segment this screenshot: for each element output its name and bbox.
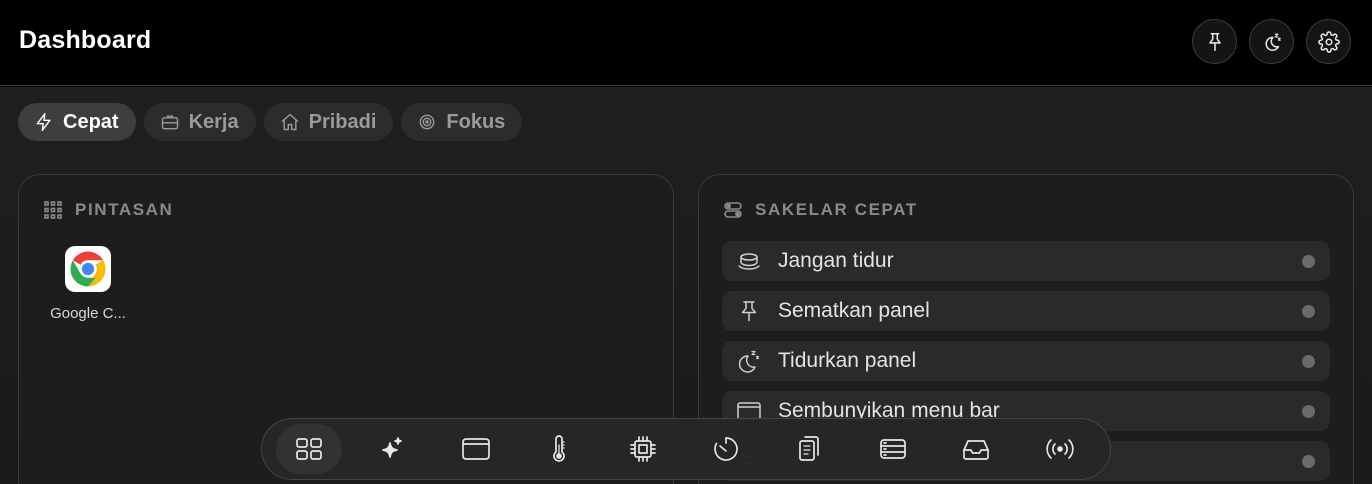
- dock-item-clipboard[interactable]: [776, 424, 842, 474]
- toggle-jangan-tidur[interactable]: Jangan tidur: [722, 241, 1330, 281]
- toggle-label: Jangan tidur: [778, 249, 894, 272]
- grid-icon: [296, 438, 322, 460]
- tab-label: Fokus: [446, 110, 506, 133]
- inbox-tray-icon: [963, 440, 990, 460]
- dock-item-storage[interactable]: [860, 424, 926, 474]
- toggle-tidurkan-panel[interactable]: Tidurkan panel: [722, 341, 1330, 381]
- pin-panel-button[interactable]: [1192, 19, 1237, 64]
- tab-label: Cepat: [63, 110, 119, 133]
- sleep-moon-icon: [738, 350, 760, 373]
- top-bar: Dashboard: [0, 0, 1372, 86]
- app-icon-tile: [65, 246, 111, 292]
- tab-label: Pribadi: [308, 110, 377, 133]
- toggle-status-dot: [1302, 405, 1315, 418]
- toggles-icon: [724, 202, 742, 218]
- tab-kerja[interactable]: Kerja: [143, 103, 256, 141]
- coffee-cup-icon: [738, 253, 760, 270]
- shortcut-label: Google C...: [50, 305, 126, 322]
- quick-toggles-card-title: SAKELAR CEPAT: [755, 200, 918, 219]
- broadcast-icon: [1046, 439, 1074, 459]
- bottom-dock: [261, 418, 1111, 480]
- shortcuts-card-header: PINTASAN: [43, 200, 173, 220]
- toggle-status-dot: [1302, 355, 1315, 368]
- dock-item-temperature[interactable]: [526, 424, 592, 474]
- sparkles-icon: [382, 437, 403, 458]
- tab-cepat[interactable]: Cepat: [18, 103, 136, 141]
- timer-icon: [714, 437, 738, 461]
- sleep-panel-button[interactable]: [1249, 19, 1294, 64]
- toggle-status-dot: [1302, 255, 1315, 268]
- clipboard-icon: [799, 436, 820, 461]
- target-icon: [420, 114, 435, 130]
- dock-item-dashboard[interactable]: [276, 424, 342, 474]
- tab-label: Kerja: [188, 110, 239, 133]
- dock-item-network[interactable]: [1027, 424, 1093, 474]
- gear-icon: [1317, 30, 1340, 53]
- server-stack-icon: [879, 439, 906, 459]
- briefcase-icon: [161, 115, 178, 130]
- toggle-status-dot: [1302, 455, 1315, 468]
- quick-toggles-card-header: SAKELAR CEPAT: [723, 200, 918, 220]
- tab-pribadi[interactable]: Pribadi: [263, 103, 394, 141]
- shortcuts-card-title: PINTASAN: [75, 200, 174, 219]
- shortcut-item[interactable]: Google C...: [43, 246, 133, 322]
- profile-tabs: Cepat Kerja Pribadi Fokus: [18, 103, 523, 141]
- home-icon: [281, 113, 298, 131]
- sleep-moon-icon: [1264, 33, 1281, 51]
- cpu-chip-icon: [629, 436, 656, 462]
- thermometer-icon: [553, 435, 565, 462]
- pin-icon: [1208, 32, 1221, 51]
- dock-item-windows[interactable]: [443, 424, 509, 474]
- settings-button[interactable]: [1306, 19, 1351, 64]
- grid-dots-icon: [44, 201, 62, 219]
- toggle-label: Sematkan panel: [778, 299, 930, 322]
- dock-item-cpu[interactable]: [610, 424, 676, 474]
- chrome-icon: [70, 251, 106, 287]
- bolt-icon: [36, 112, 51, 132]
- pin-icon: [741, 301, 757, 322]
- dock-item-timer[interactable]: [693, 424, 759, 474]
- toggle-label: Tidurkan panel: [778, 349, 917, 372]
- page-title: Dashboard: [19, 26, 152, 54]
- toggle-status-dot: [1302, 305, 1315, 318]
- toggle-sematkan-panel[interactable]: Sematkan panel: [722, 291, 1330, 331]
- dock-item-inbox[interactable]: [943, 424, 1009, 474]
- dock-item-ai[interactable]: [359, 424, 425, 474]
- window-icon: [461, 438, 490, 460]
- tab-fokus[interactable]: Fokus: [401, 103, 523, 141]
